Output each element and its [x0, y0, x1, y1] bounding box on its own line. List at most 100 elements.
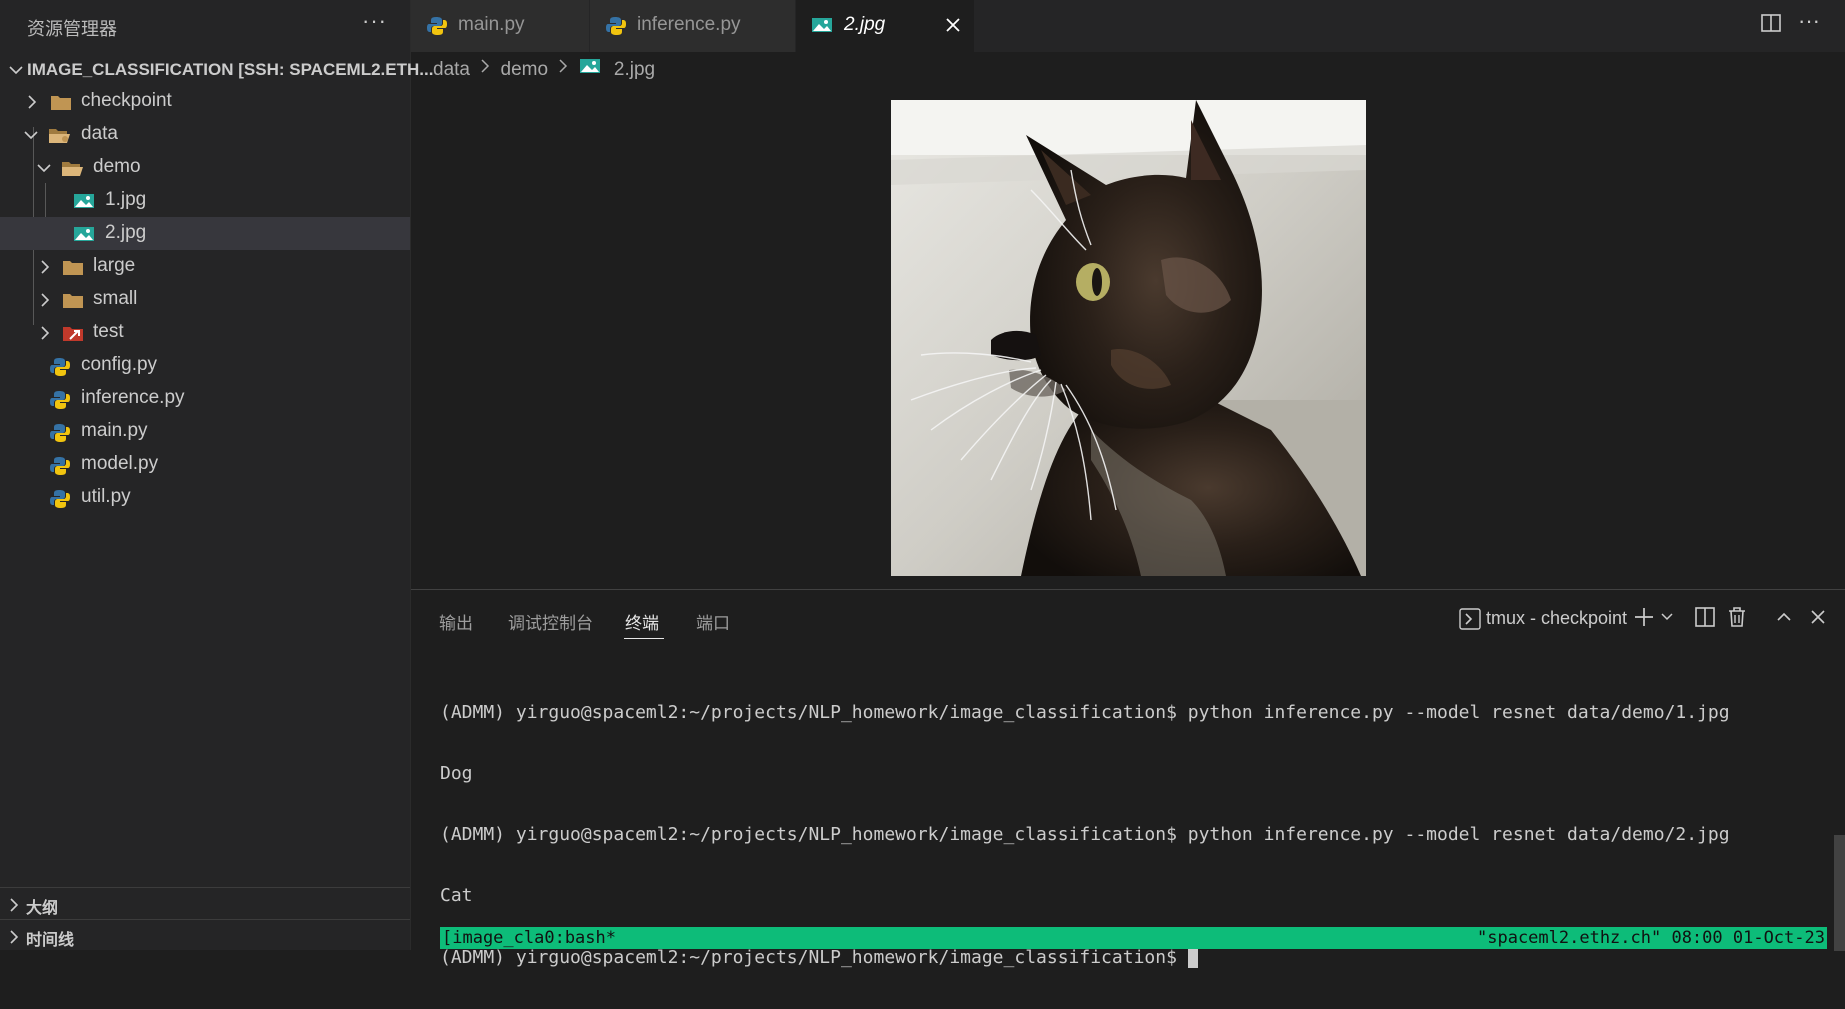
- image-file-icon: [74, 194, 94, 208]
- tab-inference-py[interactable]: inference.py: [590, 0, 796, 52]
- tab-debug-console[interactable]: 调试控制台: [508, 609, 593, 634]
- python-file-icon: [606, 17, 626, 35]
- terminal-name: tmux - checkpoint: [1486, 608, 1628, 628]
- terminal-cursor: [1187, 947, 1198, 968]
- tree-item-inference-py[interactable]: inference.py: [0, 382, 410, 415]
- python-file-icon: [427, 17, 447, 35]
- tree-item-test[interactable]: test: [0, 316, 410, 349]
- tree-item-label: 2.jpg: [105, 222, 147, 243]
- tmux-window-list: [image_cla0:bash*: [442, 928, 616, 948]
- close-icon[interactable]: [945, 17, 961, 33]
- breadcrumb-item-2-jpg[interactable]: 2.jpg: [614, 59, 655, 81]
- tab-output[interactable]: 输出: [439, 609, 473, 634]
- folder-icon: [63, 261, 83, 275]
- chevron-right-icon: [41, 326, 50, 340]
- split-editor-icon[interactable]: [1760, 12, 1782, 34]
- more-actions-icon[interactable]: ···: [362, 8, 387, 34]
- folder-icon: [51, 96, 71, 110]
- tree-item-label: demo: [93, 156, 141, 177]
- chevron-right-icon: [10, 930, 19, 944]
- chevron-down-icon: [9, 66, 23, 75]
- python-file-icon: [50, 358, 70, 376]
- tree-item-demo[interactable]: demo: [0, 151, 410, 184]
- chevron-right-icon: [481, 59, 490, 73]
- chevron-right-icon: [41, 260, 50, 274]
- terminal-icon: [1459, 608, 1481, 630]
- tree-item-small[interactable]: small: [0, 283, 410, 316]
- python-file-icon: [50, 391, 70, 409]
- tree-item-label: util.py: [81, 486, 131, 507]
- tmux-status-right: "spaceml2.ethz.ch" 08:00 01-Oct-23: [1477, 928, 1825, 948]
- tree-item-checkpoint[interactable]: checkpoint: [0, 85, 410, 118]
- python-file-icon: [50, 457, 70, 475]
- tree-item-label: large: [93, 255, 136, 276]
- tree-item-label: data: [81, 123, 118, 144]
- chevron-down-icon: [24, 131, 38, 140]
- python-file-icon: [50, 490, 70, 508]
- image-file-icon: [812, 18, 832, 32]
- split-terminal-icon[interactable]: [1694, 606, 1716, 628]
- tab-main-py[interactable]: main.py: [411, 0, 590, 52]
- tree-item-1-jpg[interactable]: 1.jpg: [0, 184, 410, 217]
- explorer-sidebar: 资源管理器 ··· IMAGE_CLASSIFICATION [SSH: SPA…: [0, 0, 433, 951]
- tree-item-label: test: [93, 321, 124, 342]
- folder-open-icon: [62, 162, 83, 176]
- close-icon[interactable]: [1809, 606, 1827, 628]
- tree-item-data[interactable]: data: [0, 118, 410, 151]
- tree-item-main-py[interactable]: main.py: [0, 415, 410, 448]
- tab-ports[interactable]: 端口: [696, 609, 730, 634]
- terminal-line: Cat: [440, 885, 473, 907]
- tmux-status-bar: [image_cla0:bash* "spaceml2.ethz.ch" 08:…: [440, 927, 1827, 949]
- explorer-header: 资源管理器 ···: [0, 0, 410, 52]
- bottom-panel: 输出 调试控制台 终端 端口 tmux - checkpoint (ADMM) …: [411, 589, 1845, 968]
- tree-item-label: main.py: [81, 420, 148, 441]
- terminal-prompt-line: (ADMM) yirguo@spaceml2:~/projects/NLP_ho…: [440, 947, 1820, 968]
- timeline-section[interactable]: 时间线: [0, 919, 410, 951]
- cat-photo: [891, 100, 1366, 576]
- tree-item-2-jpg[interactable]: 2.jpg: [0, 217, 410, 250]
- plus-icon[interactable]: [1633, 606, 1655, 628]
- folder-icon: [63, 294, 83, 308]
- tree-item-large[interactable]: large: [0, 250, 410, 283]
- chevron-right-icon: [559, 59, 568, 73]
- maximize-panel-icon[interactable]: [1775, 606, 1793, 628]
- tab-2-jpg[interactable]: 2.jpg: [796, 0, 975, 52]
- more-actions-icon[interactable]: ···: [1798, 8, 1820, 34]
- breadcrumb: data demo 2.jpg: [433, 57, 655, 83]
- tree-item-label: checkpoint: [81, 90, 172, 111]
- tab-label: 2.jpg: [844, 14, 886, 35]
- tab-label: main.py: [458, 14, 525, 35]
- image-file-icon: [579, 59, 600, 73]
- breadcrumb-item-demo[interactable]: demo: [501, 59, 549, 81]
- tab-label: inference.py: [637, 14, 741, 35]
- tree-item-label: inference.py: [81, 387, 185, 408]
- tree-item-label: small: [93, 288, 138, 309]
- terminal-output[interactable]: (ADMM) yirguo@spaceml2:~/projects/NLP_ho…: [440, 662, 1820, 1009]
- test-folder-icon: [63, 327, 83, 341]
- workspace-root-label: IMAGE_CLASSIFICATION [SSH: SPACEML2.ETH.…: [27, 60, 434, 79]
- outline-label: 大纲: [26, 900, 59, 917]
- chevron-right-icon: [10, 898, 19, 912]
- outline-section[interactable]: 大纲: [0, 887, 410, 920]
- tree-item-label: model.py: [81, 453, 159, 474]
- tree-item-model-py[interactable]: model.py: [0, 448, 410, 481]
- terminal-line: (ADMM) yirguo@spaceml2:~/projects/NLP_ho…: [440, 824, 1730, 846]
- folder-open-icon: [49, 129, 70, 143]
- breadcrumb-item-data[interactable]: data: [433, 59, 470, 81]
- tree-item-config-py[interactable]: config.py: [0, 349, 410, 382]
- terminal-scrollbar[interactable]: [1834, 835, 1845, 951]
- editor-tab-bar: main.py inference.py 2.jpg: [411, 0, 1845, 52]
- chevron-right-icon: [41, 293, 50, 307]
- chevron-down-icon: [37, 164, 51, 173]
- workspace-root[interactable]: IMAGE_CLASSIFICATION [SSH: SPACEML2.ETH.…: [0, 56, 433, 84]
- terminal-line: Dog: [440, 763, 473, 785]
- tab-terminal[interactable]: 终端: [625, 609, 659, 634]
- timeline-label: 时间线: [26, 932, 75, 949]
- tree-item-util-py[interactable]: util.py: [0, 481, 410, 514]
- chevron-down-icon[interactable]: [1660, 606, 1674, 628]
- trash-icon[interactable]: [1727, 606, 1747, 628]
- terminal-line: (ADMM) yirguo@spaceml2:~/projects/NLP_ho…: [440, 701, 1730, 723]
- tree-item-label: 1.jpg: [105, 189, 147, 210]
- image-file-icon: [74, 227, 94, 241]
- chevron-right-icon: [28, 95, 37, 109]
